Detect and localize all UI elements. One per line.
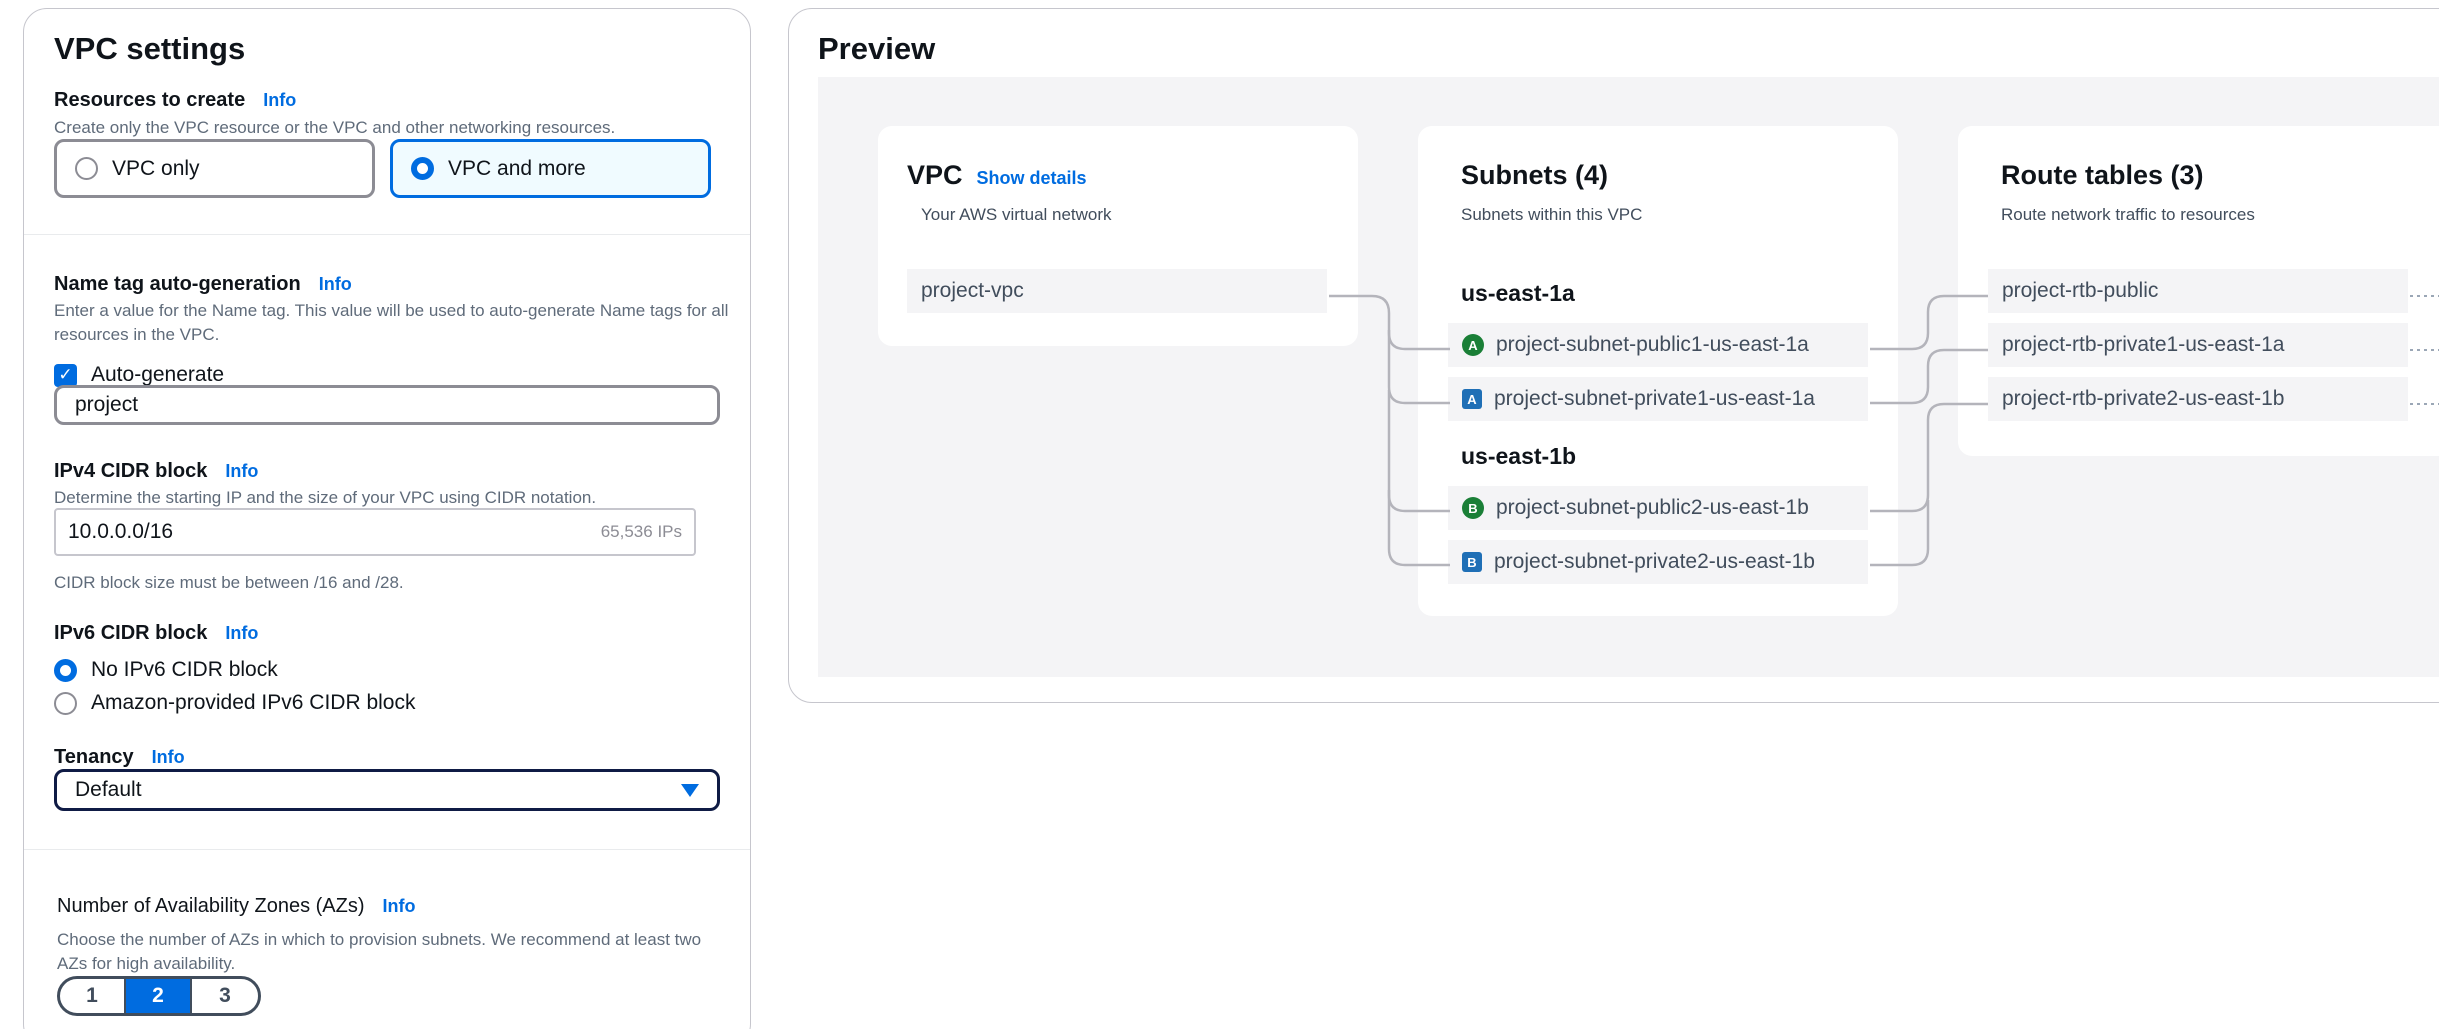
- name-tag-input[interactable]: project: [54, 385, 720, 425]
- ipv6-amazon-radio[interactable]: [54, 691, 77, 715]
- route-table-name: project-rtb-private2-us-east-1b: [2002, 387, 2285, 410]
- vpc-card-title: VPC Show details: [907, 160, 1087, 191]
- auto-generate-checkbox[interactable]: ✓: [54, 363, 77, 387]
- resources-to-create-label: Resources to create Info: [54, 89, 296, 112]
- show-details-link[interactable]: Show details: [977, 168, 1087, 189]
- azs-text: Number of Availability Zones (AZs): [57, 895, 365, 917]
- azs-label: Number of Availability Zones (AZs) Info: [57, 895, 416, 918]
- ipv6-info-link[interactable]: Info: [225, 623, 258, 644]
- subnet-name: project-subnet-public2-us-east-1b: [1496, 496, 1809, 519]
- private-subnet-icon: A: [1462, 389, 1482, 409]
- vpc-settings-title: VPC settings: [54, 31, 246, 66]
- az-option-3[interactable]: 3: [192, 979, 258, 1013]
- ipv4-cidr-input[interactable]: 10.0.0.0/16 65,536 IPs: [54, 508, 696, 556]
- route-tables-card-subtitle: Route network traffic to resources: [2001, 205, 2255, 224]
- preview-panel: Preview VPC Show details Your AWS virtua…: [788, 8, 2439, 703]
- route-tables-card: Route tables (3) Route network traffic t…: [1958, 126, 2439, 456]
- resources-to-create-text: Resources to create: [54, 89, 246, 111]
- vpc-resource-row[interactable]: project-vpc: [907, 269, 1327, 313]
- subnet-name: project-subnet-private1-us-east-1a: [1494, 387, 1815, 410]
- vpc-only-radio[interactable]: [75, 157, 98, 180]
- vpc-card-title-text: VPC: [907, 160, 963, 190]
- subnet-name: project-subnet-private2-us-east-1b: [1494, 550, 1815, 573]
- name-tag-text: Name tag auto-generation: [54, 273, 301, 295]
- route-table-row[interactable]: project-rtb-public: [1988, 269, 2408, 313]
- subnets-card: Subnets (4) Subnets within this VPC us-e…: [1418, 126, 1898, 616]
- tenancy-text: Tenancy: [54, 746, 134, 768]
- ipv4-description: Determine the starting IP and the size o…: [54, 488, 597, 507]
- auto-generate-label: Auto-generate: [91, 363, 225, 386]
- name-tag-description: Enter a value for the Name tag. This val…: [54, 301, 729, 344]
- route-table-name: project-rtb-public: [2002, 279, 2159, 302]
- route-table-row[interactable]: project-rtb-private1-us-east-1a: [1988, 323, 2408, 367]
- subnet-name: project-subnet-public1-us-east-1a: [1496, 333, 1809, 356]
- ipv4-cidr-text: IPv4 CIDR block: [54, 460, 208, 482]
- route-table-name: project-rtb-private1-us-east-1a: [2002, 333, 2285, 356]
- private-subnet-icon: B: [1462, 552, 1482, 572]
- vpc-and-more-radio[interactable]: [411, 157, 434, 180]
- preview-title: Preview: [818, 31, 936, 66]
- tenancy-select[interactable]: Default: [54, 769, 720, 811]
- divider: [24, 234, 750, 235]
- ipv6-none-option[interactable]: No IPv6 CIDR block: [54, 658, 278, 682]
- vpc-settings-panel: VPC settings Resources to create Info Cr…: [23, 8, 751, 1029]
- subnet-row[interactable]: A project-subnet-private1-us-east-1a: [1448, 377, 1868, 421]
- az-heading-us-east-1a: us-east-1a: [1461, 280, 1575, 306]
- az-heading-us-east-1b: us-east-1b: [1461, 443, 1577, 469]
- route-tables-card-title: Route tables (3): [2001, 160, 2204, 190]
- auto-generate-row[interactable]: ✓ Auto-generate: [54, 363, 224, 387]
- caret-down-icon: [681, 783, 699, 797]
- public-subnet-icon: A: [1462, 334, 1484, 356]
- azs-info-link[interactable]: Info: [383, 896, 416, 917]
- azs-segmented-control: 1 2 3: [57, 976, 261, 1016]
- az-option-2[interactable]: 2: [126, 979, 192, 1013]
- vpc-card-subtitle: Your AWS virtual network: [921, 205, 1112, 224]
- name-tag-info-link[interactable]: Info: [319, 274, 352, 295]
- ipv4-ip-count: 65,536 IPs: [600, 522, 682, 541]
- ipv6-cidr-label: IPv6 CIDR block Info: [54, 622, 258, 645]
- ipv6-none-label: No IPv6 CIDR block: [91, 658, 278, 681]
- vpc-card: VPC Show details Your AWS virtual networ…: [878, 126, 1358, 346]
- ipv6-amazon-option[interactable]: Amazon-provided IPv6 CIDR block: [54, 691, 415, 715]
- ipv4-info-link[interactable]: Info: [225, 461, 258, 482]
- preview-canvas: VPC Show details Your AWS virtual networ…: [818, 77, 2439, 677]
- subnets-card-title: Subnets (4): [1461, 160, 1609, 190]
- subnets-card-subtitle: Subnets within this VPC: [1461, 205, 1643, 224]
- vpc-and-more-label: VPC and more: [448, 156, 586, 180]
- route-table-row[interactable]: project-rtb-private2-us-east-1b: [1988, 377, 2408, 421]
- ipv6-none-radio[interactable]: [54, 658, 77, 682]
- ipv6-amazon-label: Amazon-provided IPv6 CIDR block: [91, 691, 416, 714]
- ipv4-cidr-label: IPv4 CIDR block Info: [54, 460, 258, 483]
- tenancy-info-link[interactable]: Info: [152, 747, 185, 768]
- ipv4-cidr-value: 10.0.0.0/16: [68, 520, 174, 543]
- tenancy-label: Tenancy Info: [54, 746, 185, 769]
- resources-info-link[interactable]: Info: [263, 90, 296, 111]
- divider: [24, 849, 750, 850]
- vpc-name: project-vpc: [921, 279, 1024, 302]
- ipv4-constraint-text: CIDR block size must be between /16 and …: [54, 573, 404, 592]
- subnet-row[interactable]: B project-subnet-private2-us-east-1b: [1448, 540, 1868, 584]
- name-tag-label: Name tag auto-generation Info: [54, 273, 352, 296]
- name-tag-value: project: [75, 393, 139, 416]
- az-option-1[interactable]: 1: [60, 979, 126, 1013]
- vpc-and-more-option[interactable]: VPC and more: [390, 139, 711, 198]
- ipv6-cidr-text: IPv6 CIDR block: [54, 622, 208, 644]
- public-subnet-icon: B: [1462, 497, 1484, 519]
- vpc-only-label: VPC only: [112, 156, 200, 180]
- subnet-row[interactable]: B project-subnet-public2-us-east-1b: [1448, 486, 1868, 530]
- tenancy-value: Default: [75, 778, 142, 801]
- vpc-only-option[interactable]: VPC only: [54, 139, 375, 198]
- resources-description: Create only the VPC resource or the VPC …: [54, 118, 616, 137]
- azs-description: Choose the number of AZs in which to pro…: [57, 930, 702, 973]
- subnet-row[interactable]: A project-subnet-public1-us-east-1a: [1448, 323, 1868, 367]
